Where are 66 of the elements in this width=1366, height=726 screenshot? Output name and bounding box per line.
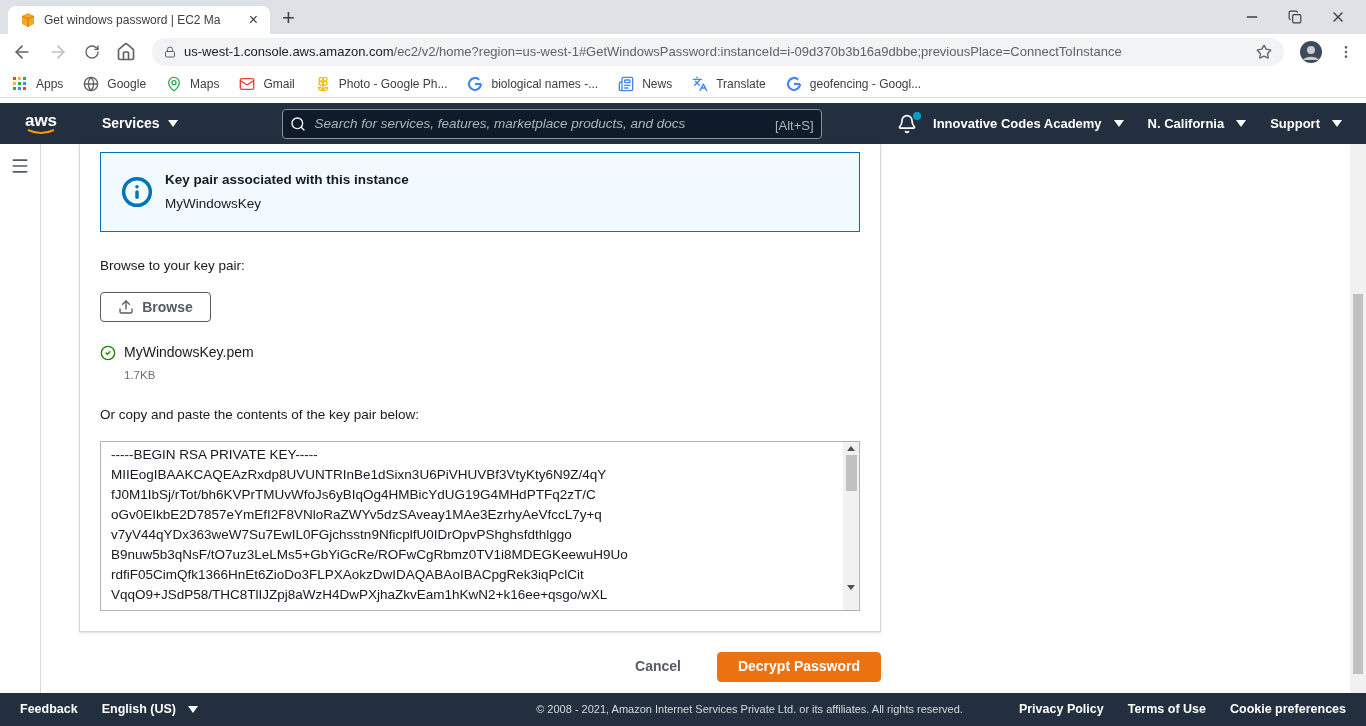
globe-icon <box>83 75 100 92</box>
browser-tab[interactable]: Get windows password | EC2 Ma × <box>8 6 270 34</box>
info-icon <box>121 176 153 208</box>
g-logo-icon <box>785 75 802 92</box>
services-menu[interactable]: Services <box>102 113 178 134</box>
map-pin-icon <box>166 75 183 92</box>
account-menu[interactable]: Innovative Codes Academy <box>933 113 1124 134</box>
cancel-button[interactable]: Cancel <box>615 651 701 682</box>
bookmark-link[interactable]: Translate <box>716 74 766 93</box>
star-icon[interactable] <box>1256 44 1272 60</box>
restore-icon[interactable] <box>1288 10 1302 24</box>
support-menu[interactable]: Support <box>1270 113 1342 134</box>
page-scrollbar[interactable] <box>1350 144 1366 693</box>
scrollbar-thumb[interactable] <box>845 454 857 491</box>
browse-button[interactable]: Browse <box>100 292 211 323</box>
file-size: 1.7KB <box>124 368 157 384</box>
bookmark-link[interactable]: Photo - Google Ph... <box>338 74 448 93</box>
bell-icon[interactable] <box>897 113 917 134</box>
bookmark-link[interactable]: biological names -... <box>491 74 599 93</box>
home-icon[interactable] <box>116 42 136 62</box>
region-menu[interactable]: N. California <box>1147 113 1247 134</box>
bookmark-link[interactable]: geofencing - Googl... <box>809 74 922 93</box>
bookmark-link[interactable]: Google <box>107 74 147 93</box>
cube-icon <box>20 12 36 28</box>
mail-icon <box>239 75 256 92</box>
caret-icon <box>1236 120 1247 127</box>
aws-logo[interactable]: aws <box>24 112 58 129</box>
g-logo-icon <box>467 75 484 92</box>
scroll-down-icon[interactable] <box>847 584 855 590</box>
caret-icon <box>1113 120 1124 127</box>
apps-grid-icon <box>12 75 28 92</box>
shortcut-hint: [Alt+S] <box>774 116 814 135</box>
info-value: MyWindowsKey <box>165 195 263 213</box>
footer-link[interactable]: Privacy Policy <box>1018 700 1104 719</box>
caret-icon <box>1332 120 1342 127</box>
copyright-text: © 2008 - 2021, Amazon Internet Services Private Ltd. or its affiliates. All rights reserved. <box>536 702 963 718</box>
scroll-up-icon[interactable] <box>847 445 855 451</box>
language-menu[interactable]: English (US) <box>101 700 198 719</box>
translate-icon <box>692 75 709 92</box>
new-tab-button[interactable]: + <box>282 0 295 34</box>
avatar-icon[interactable] <box>1300 41 1322 63</box>
lock-icon <box>164 46 176 58</box>
bookmark-link[interactable]: News <box>642 74 673 93</box>
footer-link[interactable]: Cookie preferences <box>1229 700 1346 719</box>
browse-label: Browse to your key pair: <box>100 257 246 275</box>
footer-link[interactable]: Terms of Use <box>1127 700 1206 719</box>
caret-icon <box>188 706 198 713</box>
upload-icon <box>118 299 135 316</box>
menu-icon[interactable] <box>10 156 30 176</box>
info-title: Key pair associated with this instance <box>165 170 409 189</box>
address-bar[interactable]: us-west-1.console.aws.amazon.com/ec2/v2/home?region=us-west-1#GetWindowsPassword:instanceId=i-09d370b3b16a9dbbe;previousPlace=ConnectToInstance <box>152 38 1284 66</box>
reload-icon[interactable] <box>84 44 100 60</box>
url-text: us-west-1.console.aws.amazon.com/ec2/v2/home?region=us-west-1#GetWindowsPassword:instanceId=i-09d370b3b16a9dbbe;previousPlace=ConnectToInstance <box>184 43 1123 62</box>
bookmark-link[interactable]: Gmail <box>263 74 295 93</box>
search-icon <box>289 115 306 132</box>
caret-icon <box>167 120 178 127</box>
file-name: MyWindowsKey.pem <box>124 343 254 363</box>
close-tab-button[interactable]: × <box>248 8 258 32</box>
newspaper-icon <box>618 75 635 92</box>
bookmark-link[interactable]: Apps <box>36 74 64 93</box>
tab-title: Get windows password | EC2 Ma <box>44 12 222 29</box>
key-textarea[interactable]: -----BEGIN RSA PRIVATE KEY----- MIIEogIBAAKCAQEAzRxdp8UVUNTRInBe1dSixn3U6PiVHUVBf3VtyKty6N9Z/4qY fJ0M1IbSj/rTot/bh6KVPrTMUvWfoJs6yBIqOg4HMBicYdUG19G4MHdPTFq2zT/C oGv0EIkbE2D7857eYmEfI2F8VNloRaZWYv5dzSAveay1MAe3EzrhyAeVfccL7y+q v7yV44qYDx363weW7Su7EwIL0FGjchsstn9NficplfU0IDrOpvPShghsfdthlggo B9nuw5b3qNsF/tO7uz3LeLMs5+GbYiGcRe/ROFwCgRbmz0TV1i8MDEGKeewuH9Uo rdfiF05CimQfk1366HnEt6ZioDo3FLPXAokzDwIDAQABAoIBACpgRek3iqPclCit VqqO9+JSdP58/THC8TlIJZpj8aWzH4DwPXjhaZkvEam1hKwN2+k16ee+qsgo/wXL <box>100 440 860 611</box>
check-circle-icon <box>100 344 116 361</box>
paste-label: Or copy and paste the contents of the key pair below: <box>100 405 420 424</box>
bookmark-link[interactable]: Maps <box>190 74 220 93</box>
feedback-link[interactable]: Feedback <box>20 700 78 719</box>
